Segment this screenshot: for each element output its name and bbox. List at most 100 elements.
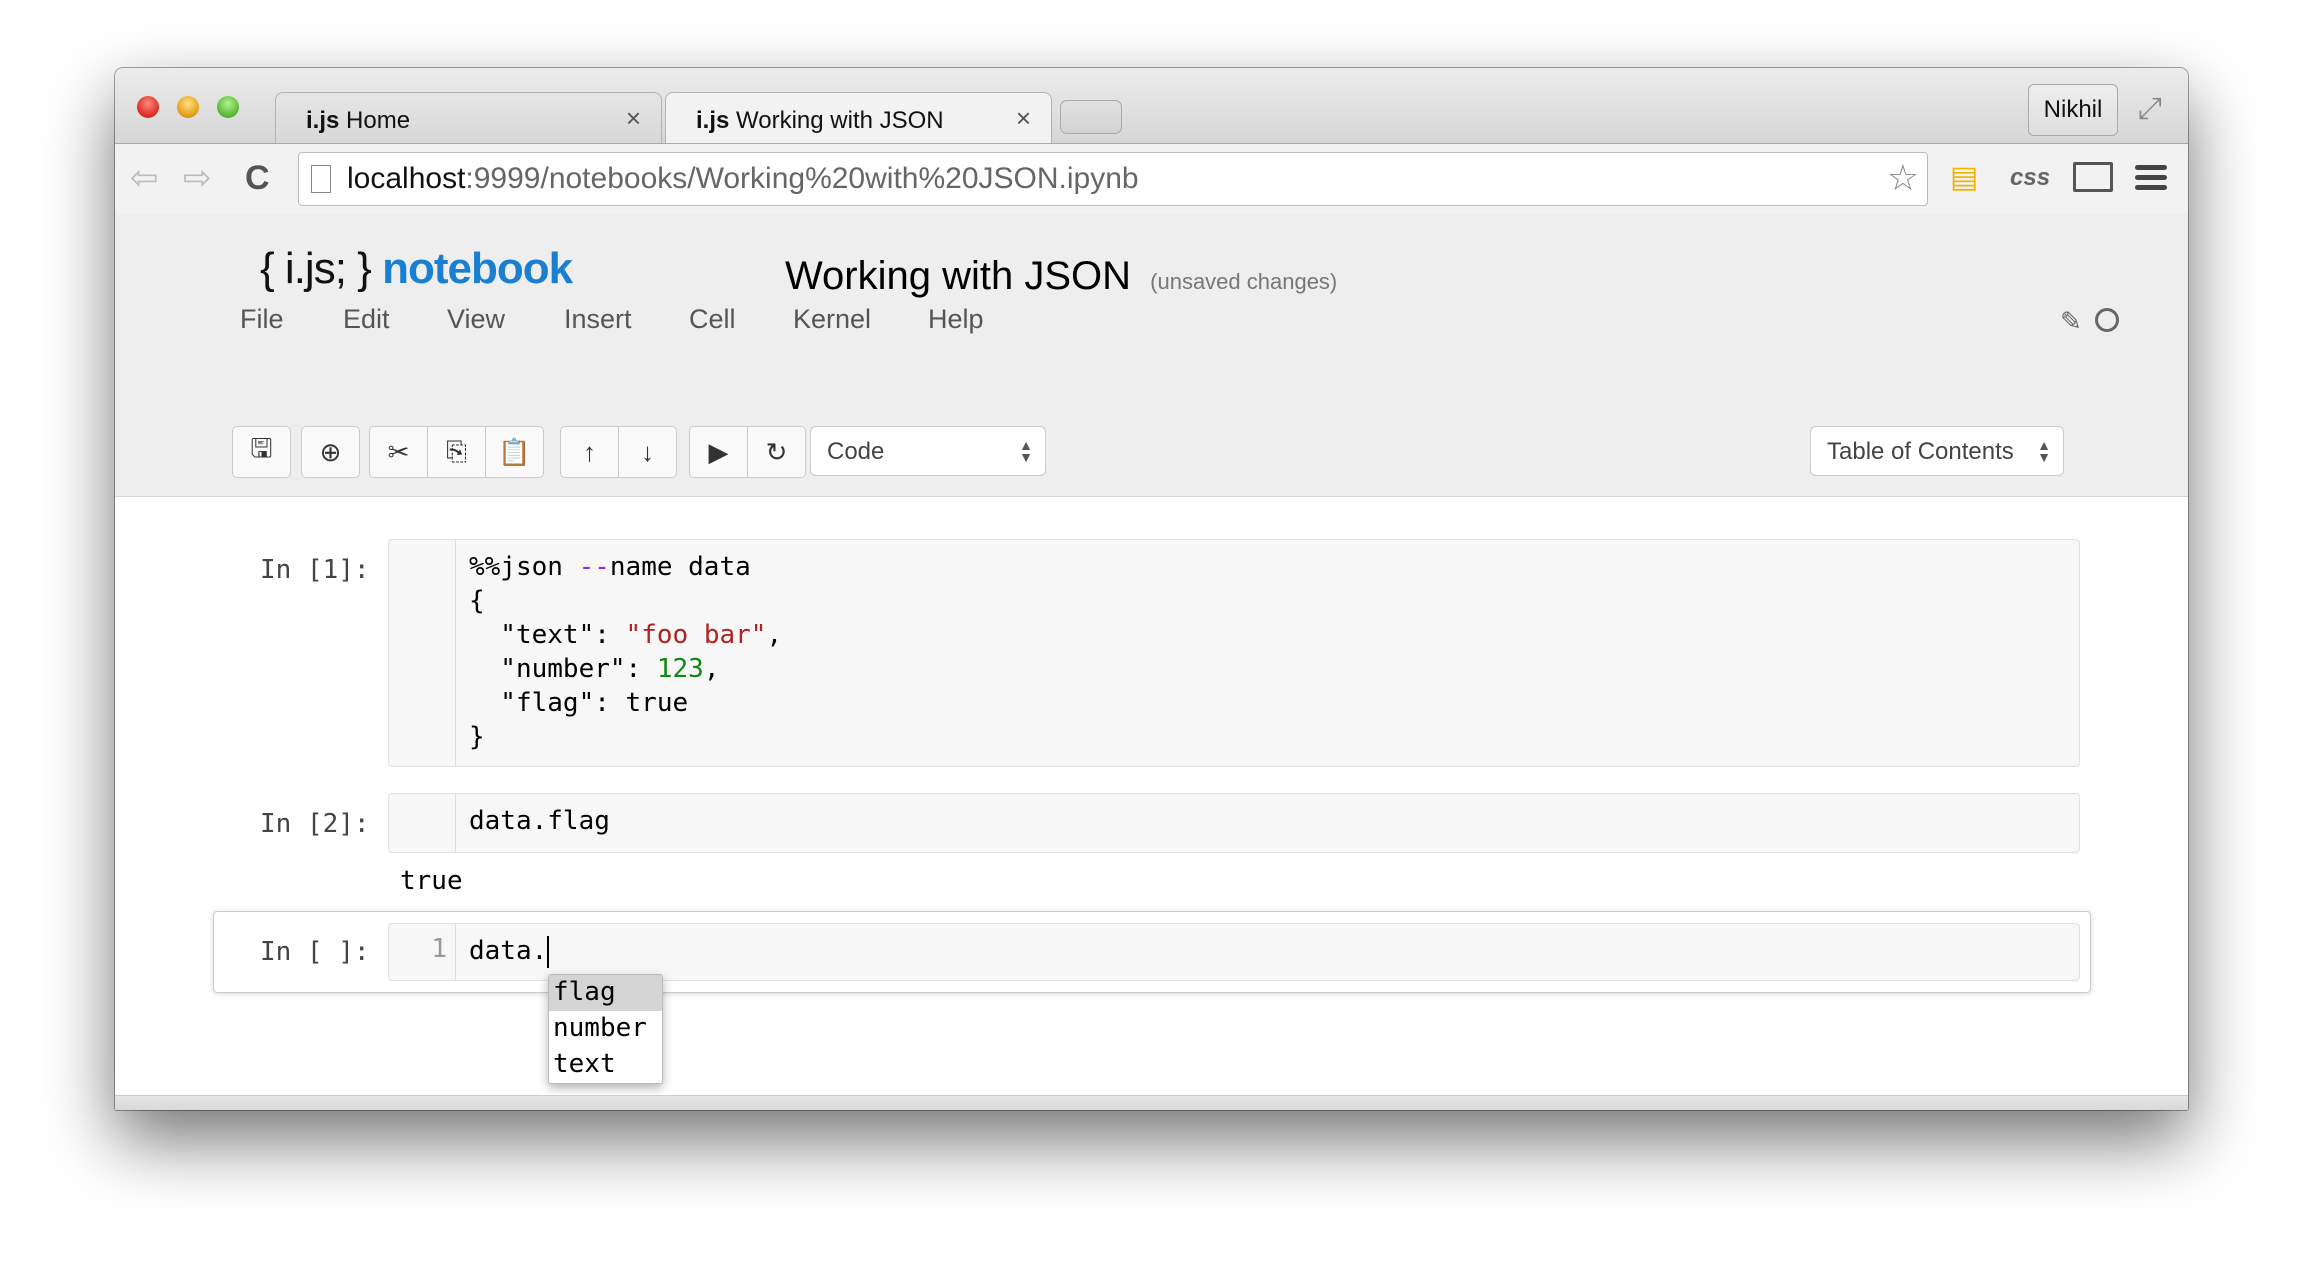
menu-icon[interactable] bbox=[2135, 160, 2167, 196]
menu-cell[interactable]: Cell bbox=[689, 304, 736, 335]
code-token: } bbox=[469, 722, 485, 752]
save-button[interactable]: 🖫 bbox=[233, 427, 290, 477]
autocomplete-item[interactable]: flag bbox=[549, 975, 662, 1011]
insert-cell-button[interactable]: ⊕ bbox=[302, 427, 359, 477]
code-token: "text": bbox=[469, 620, 626, 650]
notebook-title-text[interactable]: Working with JSON bbox=[785, 254, 1131, 298]
tab-prefix: i.js bbox=[696, 107, 730, 134]
profile-button[interactable]: Nikhil bbox=[2028, 84, 2118, 136]
code-text: data. bbox=[469, 936, 548, 966]
cut-button[interactable]: ✂ bbox=[370, 427, 428, 477]
insert-group: ⊕ bbox=[301, 426, 360, 478]
edit-group: ✂ ⎘ 📋 bbox=[369, 426, 544, 478]
menu-kernel[interactable]: Kernel bbox=[793, 304, 871, 335]
code-token: "flag": true bbox=[469, 688, 689, 718]
url-path: :9999/notebooks/Working%20with%20JSON.ip… bbox=[465, 162, 1139, 195]
paste-button[interactable]: 📋 bbox=[486, 427, 543, 477]
table-of-contents-select[interactable]: Table of Contents ▲ ▼ bbox=[1810, 426, 2064, 476]
move-up-button[interactable]: ↑ bbox=[561, 427, 619, 477]
back-icon[interactable]: ⇦ bbox=[130, 158, 159, 198]
new-tab-button[interactable] bbox=[1060, 100, 1122, 134]
tab-working-with-json[interactable]: i.js Working with JSON × bbox=[665, 92, 1052, 146]
kernel-idle-circle-icon bbox=[2095, 308, 2119, 332]
zoom-window-button[interactable] bbox=[217, 96, 239, 118]
cell-prompt: In [2]: bbox=[260, 809, 370, 839]
tab-close-icon[interactable]: × bbox=[626, 103, 641, 134]
minimize-window-button[interactable] bbox=[177, 96, 199, 118]
run-button[interactable]: ▶ bbox=[690, 427, 748, 477]
code-cell-input[interactable]: 1 data. bbox=[388, 923, 2080, 981]
cell-gutter: 1 bbox=[389, 924, 456, 980]
css-extension-icon[interactable]: css bbox=[2010, 160, 2050, 196]
copy-button[interactable]: ⎘ bbox=[428, 427, 486, 477]
page-icon bbox=[311, 165, 331, 193]
tab-title: Home bbox=[346, 107, 411, 134]
arrow-down-icon: ↓ bbox=[641, 436, 654, 467]
copy-icon: ⎘ bbox=[446, 436, 467, 466]
tab-close-icon[interactable]: × bbox=[1016, 103, 1031, 134]
code-token: name data bbox=[609, 552, 751, 582]
save-icon: 🖫 bbox=[250, 433, 273, 463]
code-token: , bbox=[703, 654, 720, 684]
code-editor[interactable]: data.flag bbox=[469, 804, 610, 838]
cell-type-value: Code bbox=[827, 438, 885, 465]
menu-help[interactable]: Help bbox=[928, 304, 984, 335]
cell-type-select[interactable]: Code ▲ ▼ bbox=[810, 426, 1046, 476]
code-cell-input[interactable]: data.flag bbox=[388, 793, 2080, 853]
code-editor[interactable]: %%json --name data{ "text": "foo bar", "… bbox=[469, 550, 782, 754]
play-icon: ▶ bbox=[708, 436, 729, 467]
tab-bar: i.js Home × i.js Working with JSON × Nik… bbox=[115, 68, 2188, 146]
code-line: { bbox=[469, 584, 782, 618]
toolbar: ⇦ ⇨ C localhost:9999/notebooks/Working%2… bbox=[115, 143, 2188, 215]
cast-icon[interactable] bbox=[2073, 162, 2113, 192]
lock-extension-icon[interactable]: ▤ bbox=[1950, 160, 1982, 196]
arrow-up-icon: ↑ bbox=[583, 436, 596, 467]
move-group: ↑ ↓ bbox=[560, 426, 677, 478]
tab-home[interactable]: i.js Home × bbox=[275, 92, 662, 145]
autocomplete-item[interactable]: text bbox=[549, 1047, 662, 1083]
menu-edit[interactable]: Edit bbox=[343, 304, 390, 335]
url-host: localhost bbox=[347, 162, 466, 195]
logo-name: notebook bbox=[382, 244, 573, 293]
cell-prompt: In [1]: bbox=[260, 555, 370, 585]
cell-output: true bbox=[400, 866, 463, 896]
run-group: ▶ ↻ bbox=[689, 426, 806, 478]
plus-circle-icon: ⊕ bbox=[319, 436, 342, 467]
code-token: 123 bbox=[656, 654, 704, 684]
close-window-button[interactable] bbox=[137, 96, 159, 118]
cell-gutter bbox=[389, 540, 456, 766]
line-number: 1 bbox=[431, 934, 447, 964]
paste-icon: 📋 bbox=[498, 436, 531, 467]
notebook-title[interactable]: Working with JSON (unsaved changes) bbox=[785, 254, 1337, 299]
restart-kernel-button[interactable]: ↻ bbox=[748, 427, 805, 477]
code-line: "number": 123, bbox=[469, 652, 782, 686]
menu-view[interactable]: View bbox=[447, 304, 505, 335]
menu-file[interactable]: File bbox=[240, 304, 284, 335]
save-group: 🖫 bbox=[232, 426, 291, 478]
cell-gutter bbox=[389, 794, 456, 852]
forward-icon[interactable]: ⇨ bbox=[183, 158, 212, 198]
code-token: "number": bbox=[469, 654, 657, 684]
autocomplete-dropdown: flag number text bbox=[548, 974, 663, 1084]
code-token: -- bbox=[578, 552, 610, 582]
url-text[interactable]: localhost:9999/notebooks/Working%20with%… bbox=[347, 162, 1139, 196]
reload-icon[interactable]: C bbox=[245, 158, 270, 198]
code-line: "text": "foo bar", bbox=[469, 618, 782, 652]
code-cell-input[interactable]: %%json --name data{ "text": "foo bar", "… bbox=[388, 539, 2080, 767]
autocomplete-item[interactable]: number bbox=[549, 1011, 662, 1047]
address-bar[interactable]: localhost:9999/notebooks/Working%20with%… bbox=[298, 152, 1928, 206]
select-arrows-icon: ▲ ▼ bbox=[2037, 437, 2051, 465]
logo-prefix: { i.js; } bbox=[260, 244, 372, 293]
save-status: (unsaved changes) bbox=[1150, 269, 1338, 294]
restart-icon: ↻ bbox=[765, 436, 788, 467]
fullscreen-icon[interactable]: ⤢ bbox=[2138, 92, 2172, 126]
move-down-button[interactable]: ↓ bbox=[619, 427, 676, 477]
logo[interactable]: { i.js; } notebook bbox=[260, 244, 573, 294]
menu-insert[interactable]: Insert bbox=[564, 304, 632, 335]
toc-value: Table of Contents bbox=[1827, 438, 2014, 465]
code-editor[interactable]: data. bbox=[469, 934, 550, 968]
code-line: } bbox=[469, 720, 782, 754]
select-arrows-icon: ▲ ▼ bbox=[1019, 437, 1033, 465]
code-token: "foo bar" bbox=[625, 620, 767, 650]
bookmark-star-icon[interactable]: ☆ bbox=[1887, 157, 1919, 199]
